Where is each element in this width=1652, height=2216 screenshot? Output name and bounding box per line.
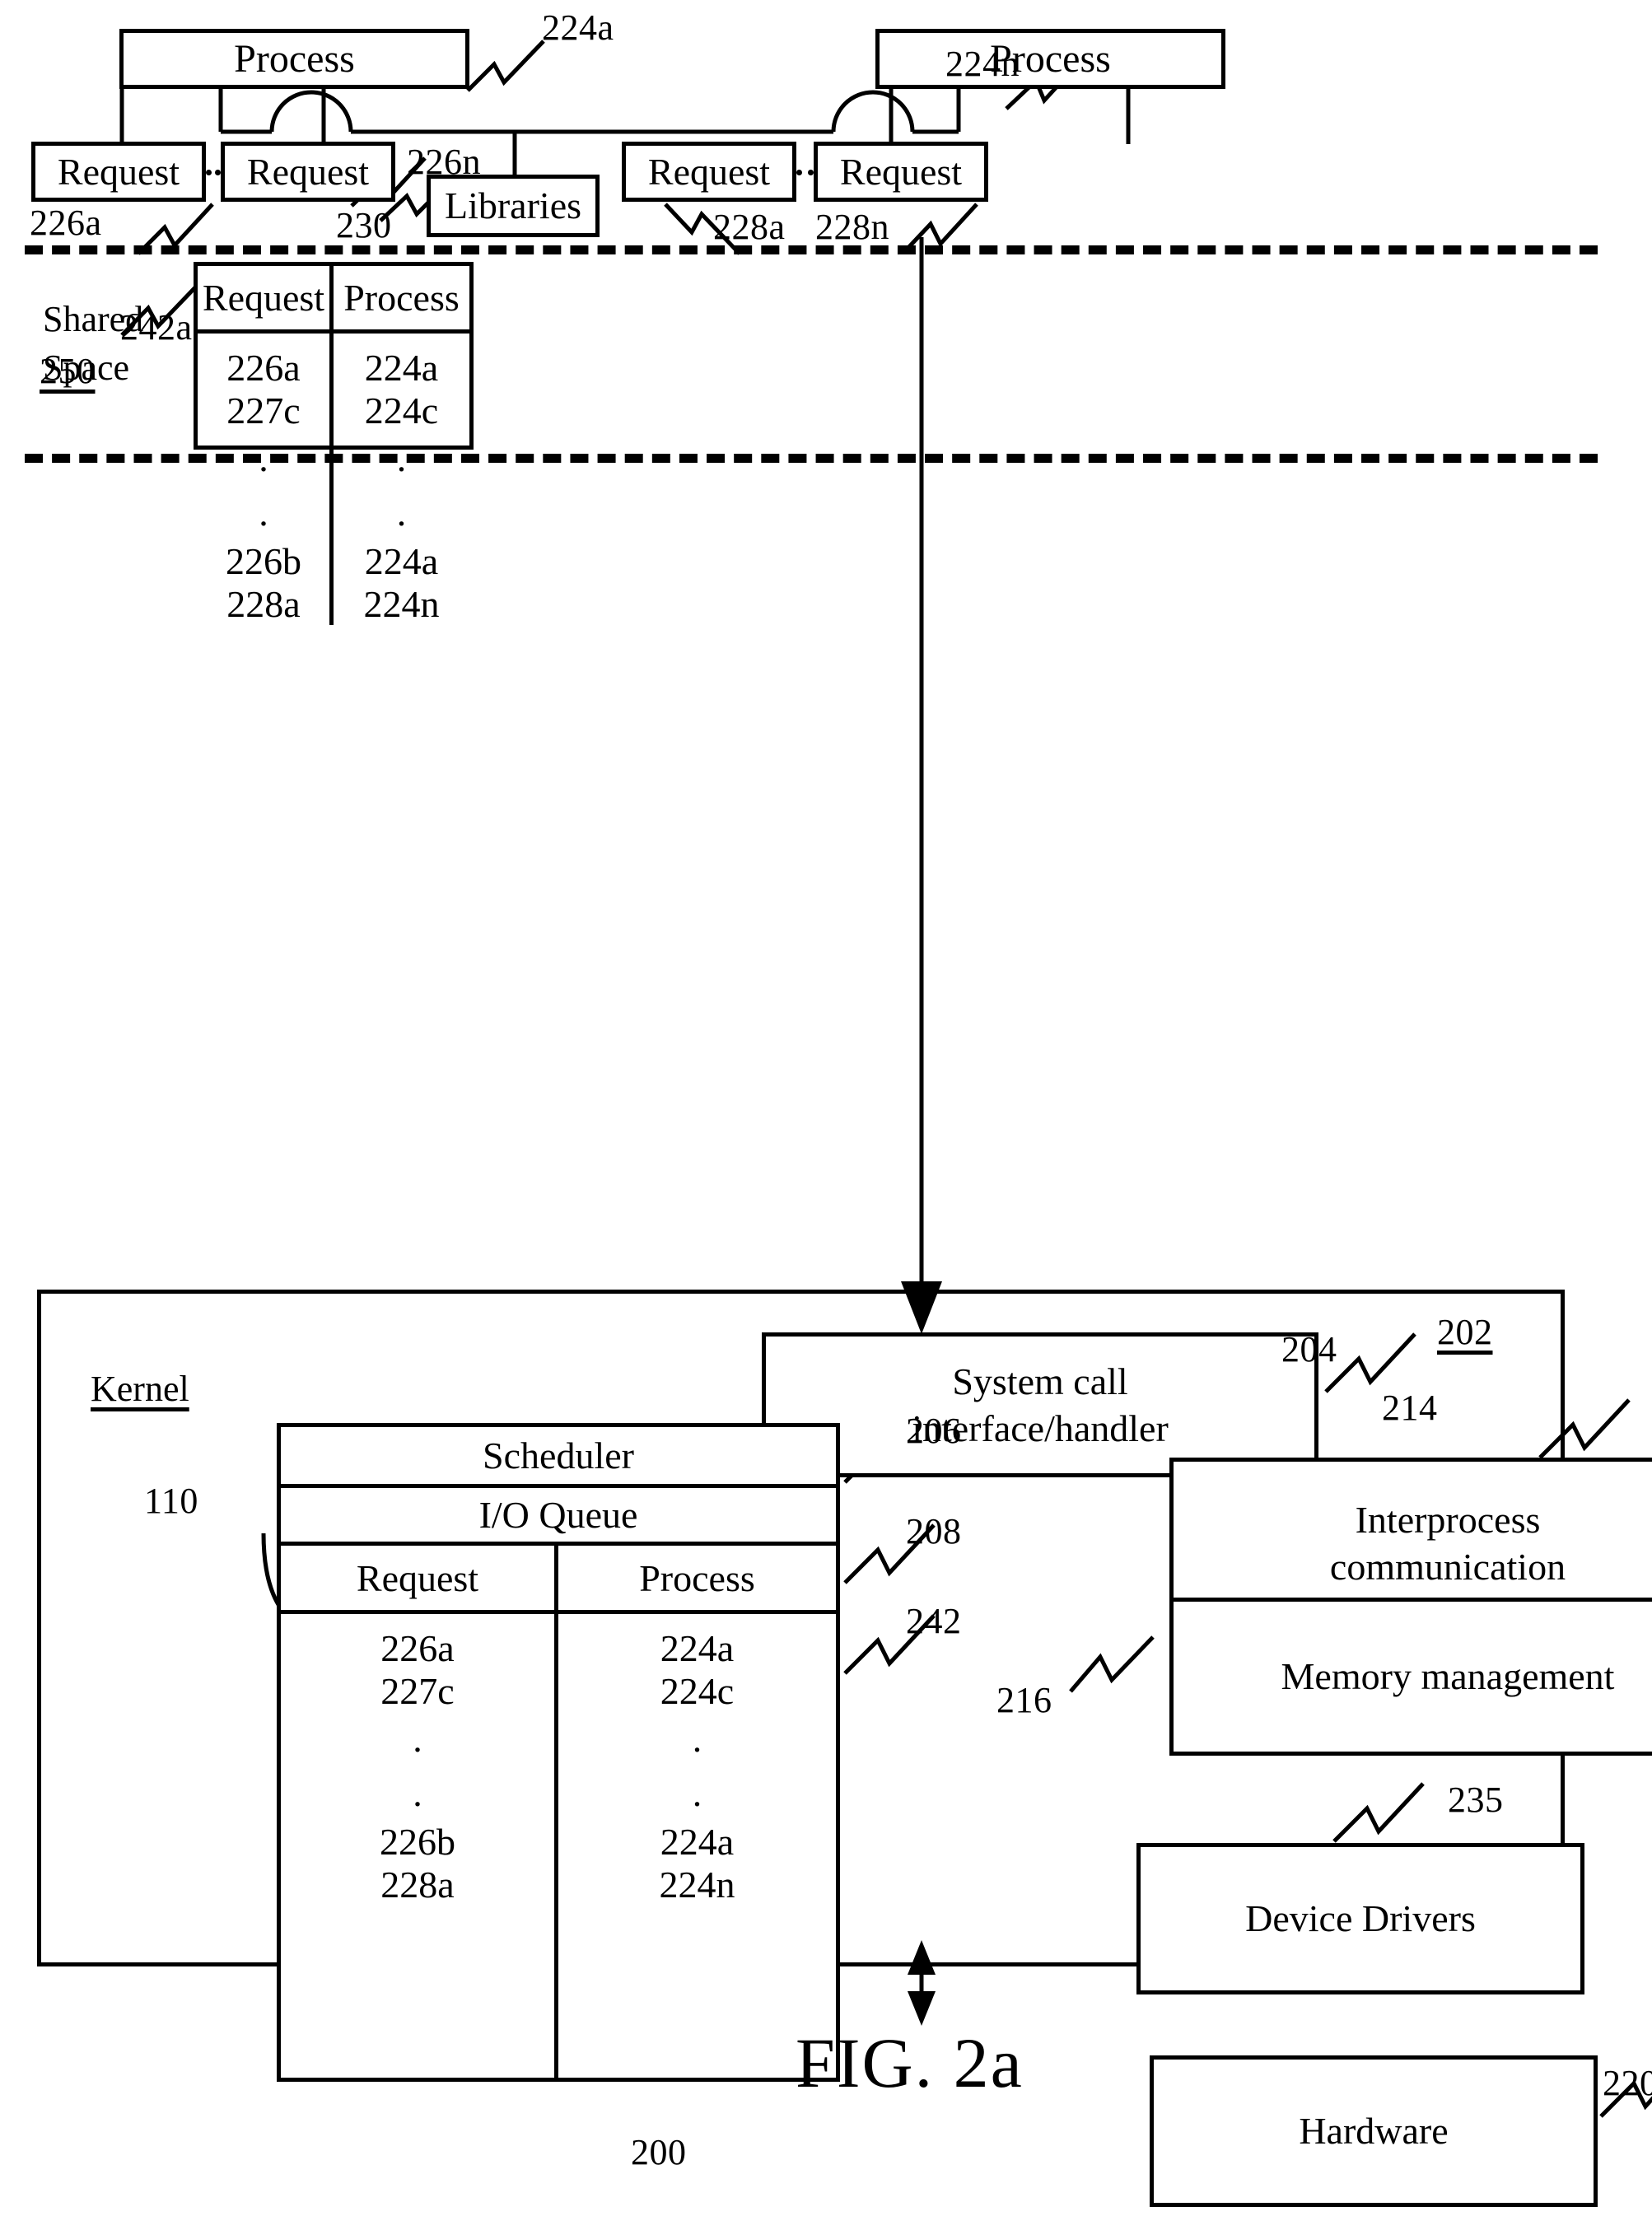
request-box-228n-label: Request: [839, 150, 963, 193]
shared-request-cell-0: 226a: [226, 347, 301, 389]
system-call-interface-label: System call interface/handler: [766, 1358, 1314, 1453]
io-request-cell-2: .: [413, 1718, 422, 1761]
interprocess-line1: Interprocess: [1355, 1498, 1541, 1541]
ref-216: 216: [996, 1680, 1052, 1720]
interprocess-communication-label: Interprocess communication: [1174, 1496, 1652, 1591]
device-drivers-box[interactable]: Device Drivers: [1136, 1843, 1584, 1994]
ref-206: 206: [906, 1411, 962, 1451]
request-box-228a-label: Request: [647, 150, 771, 193]
shared-process-cell-0: 224a: [364, 347, 439, 389]
shared-request-cell-2: .: [259, 437, 268, 480]
kernel-label: Kernel: [91, 1369, 189, 1409]
dotted-link-226a-226n: [206, 170, 221, 175]
interprocess-line2: communication: [1329, 1546, 1566, 1588]
ref-208: 208: [906, 1511, 962, 1551]
io-table-header-row: Request Process: [281, 1546, 836, 1614]
io-queue-label: I/O Queue: [478, 1494, 638, 1536]
shared-table-header-process: Process: [343, 277, 460, 319]
io-process-cell-0: 224a: [660, 1627, 735, 1669]
shared-request-cell-4: 226b: [226, 540, 301, 583]
ref-204: 204: [1281, 1329, 1337, 1369]
io-request-cell-0: 226a: [380, 1627, 455, 1669]
shared-table-header-row: Request Process: [198, 266, 469, 334]
ref-250: 250: [40, 351, 96, 391]
hardware-box[interactable]: Hardware: [1150, 2055, 1598, 2207]
device-drivers-label: Device Drivers: [1245, 1897, 1476, 1940]
request-box-228n[interactable]: Request: [814, 142, 988, 202]
patent-figure-2a: Process 224a Process 224n Request 226a R…: [0, 0, 1652, 2216]
ref-235: 235: [1448, 1780, 1504, 1820]
ref-224n: 224n: [945, 44, 1020, 84]
hop-arch-right: [831, 90, 915, 133]
scheduler-io-queue-stack[interactable]: Scheduler I/O Queue Request Process 226a…: [277, 1423, 840, 2082]
memory-management-box[interactable]: Memory management: [1169, 1598, 1652, 1756]
shared-table-request-column: 226a 227c . . 226b 228a: [198, 334, 334, 626]
libraries-box[interactable]: Libraries: [427, 175, 600, 237]
shared-process-cell-2: .: [396, 437, 407, 480]
shared-table-header-request: Request: [198, 266, 334, 329]
io-table-process-column: 224a 224c . . 224a 224n: [558, 1614, 836, 2078]
request-box-226a-label: Request: [57, 150, 180, 193]
shared-table-body: 226a 227c . . 226b 228a 224a 224c . . 22…: [198, 334, 469, 626]
shared-process-cell-5: 224n: [363, 582, 440, 625]
ref-214: 214: [1382, 1388, 1438, 1428]
ref-110: 110: [144, 1481, 198, 1521]
request-box-226n[interactable]: Request: [221, 142, 395, 202]
process-box-224a-label: Process: [234, 36, 355, 81]
io-queue-row[interactable]: I/O Queue: [281, 1488, 836, 1546]
request-box-226a[interactable]: Request: [31, 142, 206, 202]
libraries-box-label: Libraries: [444, 184, 582, 227]
io-request-cell-4: 226b: [380, 1821, 455, 1864]
request-box-228a[interactable]: Request: [622, 142, 796, 202]
io-table-header-process: Process: [639, 1556, 755, 1599]
system-call-line1: System call: [952, 1360, 1128, 1402]
io-process-cell-1: 224c: [660, 1669, 735, 1712]
ref-242: 242: [906, 1601, 962, 1641]
ref-202: 202: [1437, 1312, 1493, 1352]
io-request-cell-3: .: [413, 1772, 422, 1815]
ref-224a: 224a: [542, 7, 614, 48]
ref-242a: 242a: [120, 307, 193, 348]
ref-230: 230: [336, 205, 392, 245]
ref-226a: 226a: [30, 203, 102, 243]
ref-200: 200: [631, 2132, 687, 2172]
io-process-cell-5: 224n: [659, 1863, 735, 1906]
hardware-label: Hardware: [1299, 2110, 1449, 2153]
io-table-request-column: 226a 227c . . 226b 228a: [281, 1614, 558, 2078]
process-box-224n[interactable]: Process: [875, 29, 1225, 89]
shared-space-request-process-table[interactable]: Request Process 226a 227c . . 226b 228a …: [194, 262, 474, 626]
io-queue-request-process-table[interactable]: Request Process 226a 227c . . 226b 228a …: [281, 1546, 836, 2078]
figure-title: FIG. 2a: [796, 2023, 1024, 2102]
io-process-cell-4: 224a: [660, 1821, 735, 1864]
shared-request-cell-5: 228a: [226, 582, 301, 625]
shared-process-cell-4: 224a: [364, 540, 439, 583]
shared-process-cell-1: 224c: [364, 389, 439, 432]
io-table-header-request: Request: [281, 1546, 558, 1610]
shared-request-cell-3: .: [259, 492, 268, 534]
io-process-cell-2: .: [692, 1718, 702, 1761]
ref-228n: 228n: [815, 207, 889, 247]
scheduler-label: Scheduler: [483, 1435, 634, 1477]
shared-table-process-column: 224a 224c . . 224a 224n: [334, 334, 469, 625]
request-box-226n-label: Request: [246, 150, 370, 193]
io-process-cell-3: .: [692, 1772, 702, 1815]
leader-squiggle-224a: [466, 40, 545, 92]
scheduler-row[interactable]: Scheduler: [281, 1427, 836, 1488]
shared-process-cell-3: .: [396, 492, 407, 534]
arrowhead-down-hardware: [908, 1991, 936, 2026]
shared-request-cell-1: 227c: [226, 389, 301, 432]
ref-228a: 228a: [713, 207, 786, 247]
io-request-cell-5: 228a: [380, 1863, 455, 1906]
hop-arch-left: [269, 90, 353, 133]
memory-management-label: Memory management: [1281, 1655, 1615, 1698]
io-table-body: 226a 227c . . 226b 228a 224a 224c . . 22…: [281, 1614, 836, 2078]
ref-220: 220: [1603, 2063, 1652, 2103]
process-box-224a[interactable]: Process: [119, 29, 469, 89]
dotted-link-228a-228n: [796, 170, 814, 175]
divider-user-shared: [25, 245, 1598, 254]
system-call-interface-box[interactable]: System call interface/handler: [762, 1332, 1318, 1477]
process-box-224n-label: Process: [990, 36, 1111, 81]
io-request-cell-1: 227c: [380, 1669, 455, 1712]
